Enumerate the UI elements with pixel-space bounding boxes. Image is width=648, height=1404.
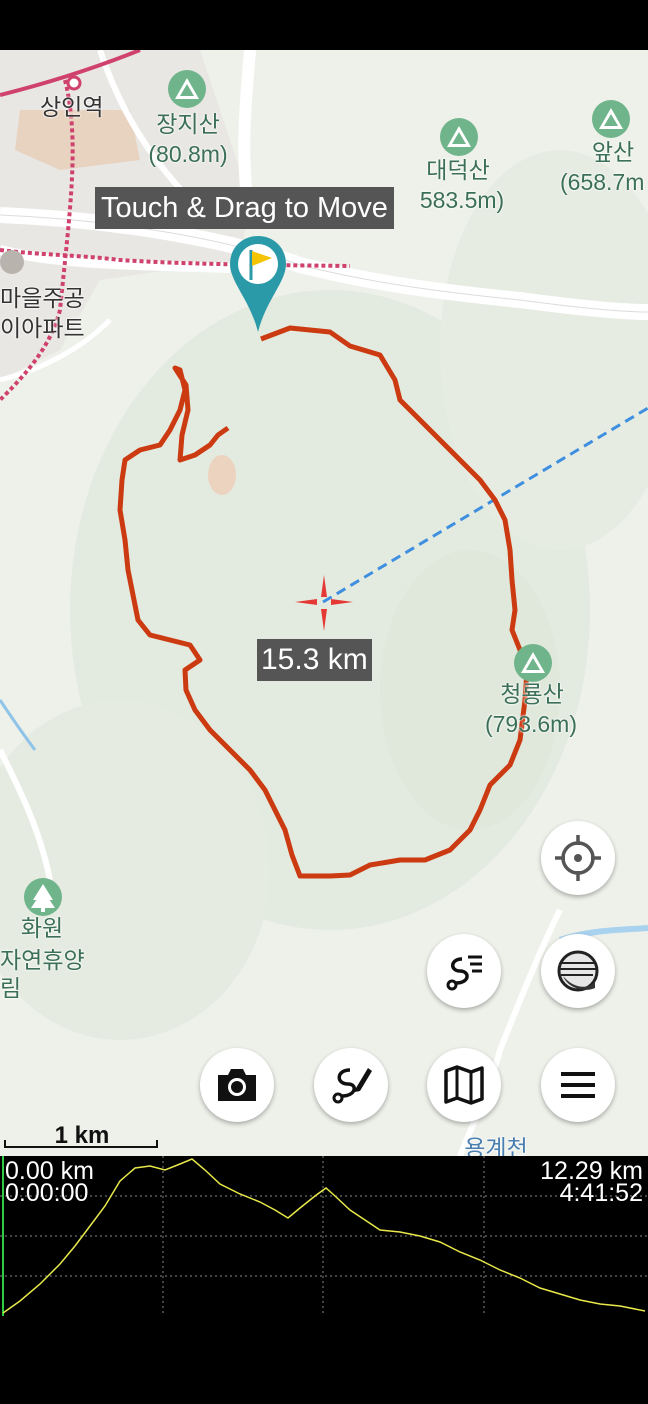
menu-button[interactable] xyxy=(541,1048,615,1122)
peak-icon xyxy=(168,70,206,108)
status-bar xyxy=(0,0,648,50)
distance-label: 15.3 km xyxy=(257,639,372,681)
drag-hint-tooltip: Touch & Drag to Move xyxy=(95,187,394,229)
peak3-name: 앞산 xyxy=(591,139,635,165)
station-label: 상인역 xyxy=(40,94,104,120)
crosshair-icon xyxy=(555,835,601,881)
track-list-icon xyxy=(446,955,482,991)
navigation-bar xyxy=(0,1318,648,1404)
elevation-profile[interactable]: 0.00 km 0:00:00 12.29 km 4:41:52 xyxy=(0,1156,648,1318)
peak-icon xyxy=(440,118,478,156)
layers-button[interactable] xyxy=(541,934,615,1008)
peak-icon xyxy=(514,644,552,682)
route-edit-icon xyxy=(332,1068,372,1104)
center-crosshair-icon xyxy=(295,575,353,631)
map-view[interactable]: 상인역 장지산 (80.8m) 대덕산 583.5m) 앞산 (658.7m 마… xyxy=(0,50,648,1156)
peak1-height: (80.8m) xyxy=(148,141,228,167)
start-time: 0:00:00 xyxy=(5,1179,89,1207)
peak4-name: 청룡산 xyxy=(500,681,564,707)
forest-line1: 화원 xyxy=(20,915,64,941)
peak2-name: 대덕산 xyxy=(426,157,490,183)
peak1-name: 장지산 xyxy=(156,111,220,137)
map-icon xyxy=(444,1065,484,1105)
apartment-line1: 마을주공 xyxy=(0,285,85,311)
camera-icon xyxy=(218,1069,256,1101)
map-button[interactable] xyxy=(427,1048,501,1122)
peak4-height: (793.6m) xyxy=(484,711,578,737)
menu-icon xyxy=(561,1072,595,1098)
building-icon xyxy=(0,250,24,274)
start-marker-icon[interactable] xyxy=(228,236,288,336)
locate-button[interactable] xyxy=(541,821,615,895)
end-time: 4:41:52 xyxy=(559,1179,643,1207)
route-edit-button[interactable] xyxy=(314,1048,388,1122)
forest-line2: 자연휴양림 xyxy=(0,947,85,1001)
forest-icon xyxy=(24,878,62,916)
stream-label: 용계천 xyxy=(464,1135,528,1156)
apartment-line2: 이아파트 xyxy=(0,315,85,341)
track-list-button[interactable] xyxy=(427,934,501,1008)
peak3-height: (658.7m xyxy=(560,169,645,195)
peak2-height: 583.5m) xyxy=(419,187,505,213)
camera-button[interactable] xyxy=(200,1048,274,1122)
scale-bar: 1 km xyxy=(4,1122,160,1152)
layers-icon xyxy=(557,950,599,992)
peak-icon xyxy=(592,100,630,138)
